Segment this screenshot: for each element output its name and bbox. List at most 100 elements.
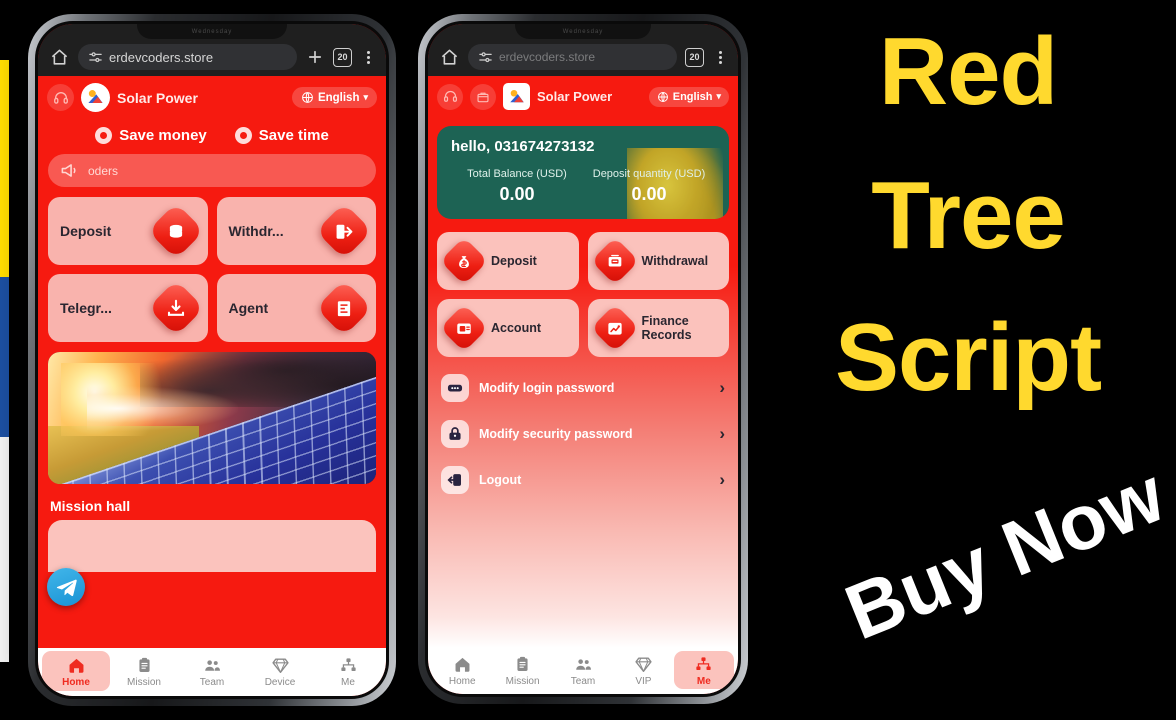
- bottom-nav-left: Home Mission Team Device Me: [38, 648, 386, 696]
- url-text-left: erdevcoders.store: [109, 49, 214, 65]
- buy-now-label[interactable]: Buy Now: [833, 449, 1176, 658]
- action-tile-withdr-[interactable]: Withdr...: [216, 197, 376, 265]
- browser-chrome-left: Wednesday erdevcoders.store 20: [38, 24, 386, 76]
- bag-icon[interactable]: [470, 83, 496, 110]
- money-bag-icon: [439, 236, 489, 286]
- action-tile-finance-records[interactable]: Finance Records: [587, 299, 729, 357]
- banner-glow: [87, 386, 239, 432]
- action-tile-label: Withdrawal: [641, 254, 709, 268]
- settings-row-label: Modify login password: [479, 381, 615, 395]
- balance-value: 0.00: [631, 184, 667, 204]
- language-selector-right[interactable]: English ▾: [648, 86, 729, 107]
- chevron-down-icon: ▾: [716, 91, 721, 101]
- action-tile-withdrawal[interactable]: Withdrawal: [587, 232, 729, 290]
- password-dots-icon: [441, 374, 469, 402]
- settings-row-modify-login-password[interactable]: Modify login password ›: [437, 365, 729, 411]
- more-vertical-icon[interactable]: [712, 50, 728, 64]
- status-notch-left: Wednesday: [137, 24, 287, 39]
- network-icon: [340, 658, 356, 672]
- diamond-icon: [271, 658, 289, 673]
- promo-title-line-2: Tree: [871, 162, 1065, 269]
- phone-mockup-left: Wednesday erdevcoders.store 20 Solar Pow…: [28, 14, 396, 706]
- tab-count-badge-right[interactable]: 20: [685, 47, 704, 67]
- diamond-icon: [635, 657, 652, 672]
- browser-chrome-right: Wednesday erdevcoders.store 20: [428, 24, 738, 76]
- action-tile-label: Deposit: [60, 223, 112, 239]
- promo-title-line-3: Script: [834, 304, 1102, 411]
- coins-stack-icon: [147, 202, 204, 260]
- plus-icon[interactable]: [305, 47, 325, 67]
- profile-tab-vip[interactable]: VIP: [613, 651, 673, 689]
- coin-icon: [95, 127, 113, 144]
- tab-count-badge-left[interactable]: 20: [333, 47, 352, 67]
- telegram-icon[interactable]: [47, 568, 85, 606]
- action-tile-label: Telegr...: [60, 300, 112, 316]
- solar-panel-banner[interactable]: [48, 352, 376, 484]
- action-tile-telegr-[interactable]: Telegr...: [48, 274, 208, 342]
- tab-label: Mission: [127, 677, 161, 688]
- profile-tab-team[interactable]: Team: [553, 651, 613, 689]
- action-tile-label: Withdr...: [228, 223, 284, 239]
- action-tile-account[interactable]: Account: [437, 299, 579, 357]
- chevron-right-icon: ›: [719, 424, 725, 443]
- bottom-nav-right: Home Mission Team VIP Me: [428, 648, 738, 694]
- quick-actions-grid-left: Deposit Withdr... Telegr... Agent: [38, 187, 386, 342]
- home-tab-device[interactable]: Device: [246, 651, 314, 691]
- globe-icon: [301, 91, 314, 104]
- action-tile-label: Finance Records: [641, 314, 692, 342]
- announcement-bar[interactable]: oders: [48, 154, 376, 187]
- headset-icon[interactable]: [47, 84, 74, 111]
- profile-tab-me[interactable]: Me: [673, 651, 735, 689]
- status-time-left: Wednesday: [191, 28, 233, 35]
- language-selector-left[interactable]: English ▾: [291, 87, 377, 108]
- atm-icon: [590, 236, 639, 286]
- action-tile-label: Account: [491, 321, 541, 335]
- app-screen-home: Wednesday erdevcoders.store 20 Solar Pow…: [38, 24, 386, 696]
- action-tile-agent[interactable]: Agent: [216, 274, 376, 342]
- profile-tab-home[interactable]: Home: [432, 651, 492, 689]
- url-bar-left[interactable]: erdevcoders.store: [78, 44, 297, 70]
- edge-color-strip: [0, 0, 9, 720]
- home-tab-me[interactable]: Me: [314, 651, 382, 691]
- headset-icon[interactable]: [437, 83, 463, 110]
- balance-columns: Total Balance (USD) 0.00 Deposit quantity …: [451, 168, 715, 205]
- chevron-right-icon: ›: [719, 470, 725, 489]
- settings-row-logout[interactable]: Logout ›: [437, 457, 729, 503]
- action-tile-deposit[interactable]: Deposit: [437, 232, 579, 290]
- tab-label: Me: [696, 676, 711, 687]
- app-header-right: Solar Power English ▾: [428, 76, 738, 117]
- profile-tab-mission[interactable]: Mission: [492, 651, 552, 689]
- mission-hall-card[interactable]: [48, 520, 376, 572]
- profile-content: hello, 031674273132 Total Balance (USD) 0…: [428, 117, 738, 648]
- action-tile-label: Agent: [228, 300, 269, 316]
- home-tab-home[interactable]: Home: [42, 651, 110, 691]
- download-icon: [147, 279, 204, 337]
- home-tab-team[interactable]: Team: [178, 651, 246, 691]
- home-icon: [455, 657, 470, 672]
- tab-label: Device: [264, 677, 296, 688]
- url-bar-right[interactable]: erdevcoders.store: [468, 44, 677, 70]
- building-icon: [315, 279, 373, 337]
- home-tab-mission[interactable]: Mission: [110, 651, 178, 691]
- balance-column-1: Deposit quantity (USD) 0.00: [583, 168, 715, 205]
- clock-icon: [234, 127, 252, 144]
- app-screen-profile: Wednesday erdevcoders.store 20 Solar Pow…: [428, 24, 738, 694]
- balance-label: Total Balance (USD): [467, 168, 567, 180]
- app-header-left: Solar Power English ▾: [38, 76, 386, 119]
- action-tile-deposit[interactable]: Deposit: [48, 197, 208, 265]
- balance-label: Deposit quantity (USD): [592, 168, 706, 180]
- promo-badge-label: Save money: [119, 127, 207, 144]
- home-icon[interactable]: [438, 46, 460, 68]
- edge-segment-blue: [0, 277, 9, 437]
- announcement-text: oders: [88, 163, 119, 178]
- chevron-down-icon: ▾: [363, 92, 368, 102]
- edge-segment-yellow: [0, 60, 9, 277]
- balance-value: 0.00: [499, 184, 535, 204]
- language-label-left: English: [317, 91, 360, 104]
- solar-logo-icon: [503, 83, 530, 110]
- home-content: Save money Save time oders Deposit Withdr.…: [38, 119, 386, 648]
- more-vertical-icon[interactable]: [360, 50, 376, 64]
- settings-row-modify-security-password[interactable]: Modify security password ›: [437, 411, 729, 457]
- tab-label: Team: [199, 677, 225, 688]
- home-icon[interactable]: [48, 46, 70, 68]
